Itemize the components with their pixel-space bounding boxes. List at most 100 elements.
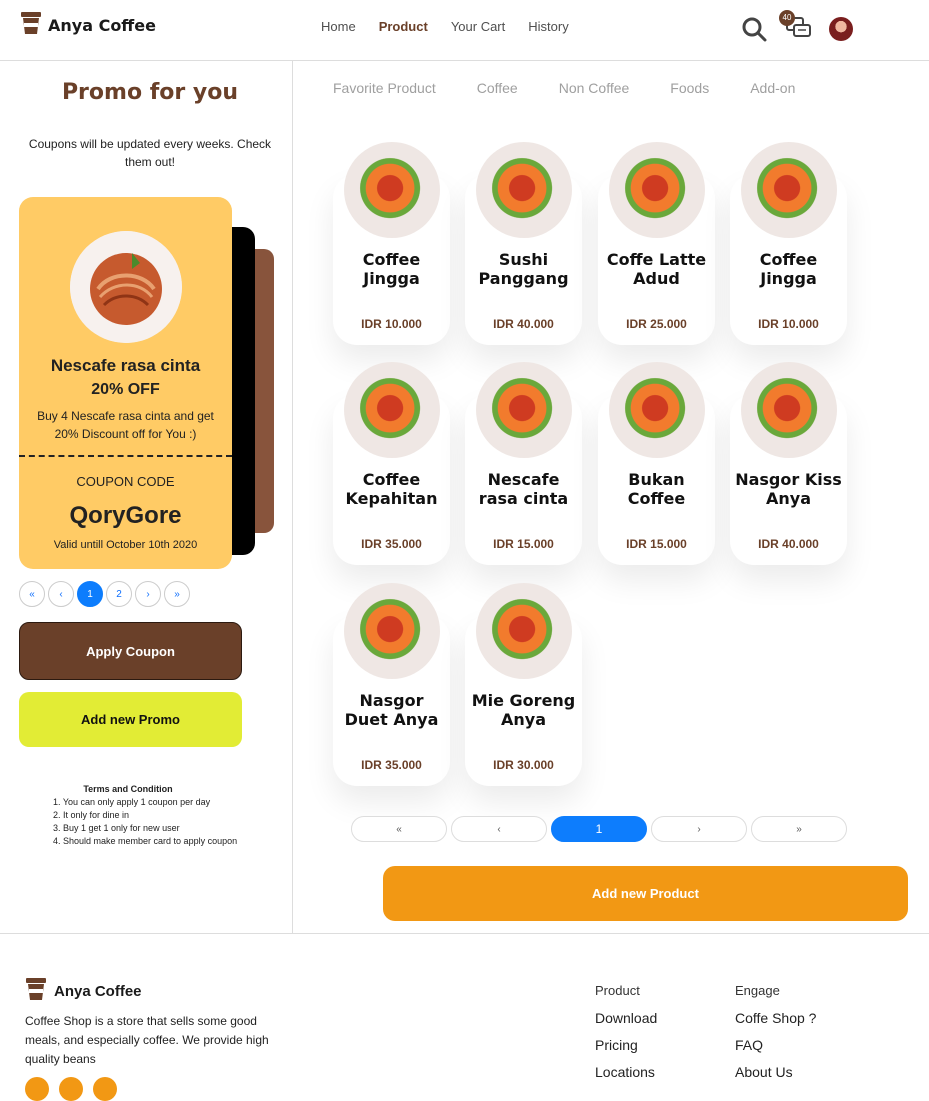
tab-add-on[interactable]: Add-on <box>750 80 795 96</box>
product-name: Mie Goreng Anya <box>471 691 576 729</box>
product-price: IDR 40.000 <box>758 537 819 551</box>
promo-subtitle: Coupons will be updated every weeks. Che… <box>28 137 272 169</box>
product-card[interactable]: Mie Goreng Anya IDR 30.000 <box>465 583 582 786</box>
product-image <box>344 142 440 238</box>
product-card[interactable]: Nasgor Duet Anya IDR 35.000 <box>333 583 450 786</box>
product-image <box>609 362 705 458</box>
coupon-page-first[interactable]: « <box>19 581 45 607</box>
facebook-icon[interactable] <box>25 1077 49 1101</box>
product-image <box>741 142 837 238</box>
product-card[interactable]: Coffee Jingga IDR 10.000 <box>730 142 847 345</box>
nav-product[interactable]: Product <box>379 19 428 34</box>
twitter-icon[interactable] <box>59 1077 83 1101</box>
product-page-last[interactable]: » <box>751 816 847 842</box>
terms-item: 4. Should make member card to apply coup… <box>53 836 238 846</box>
nav-your-cart[interactable]: Your Cart <box>451 19 505 34</box>
product-name: Nescafe rasa cinta <box>478 470 569 508</box>
add-promo-button[interactable]: Add new Promo <box>19 692 242 747</box>
nav-history[interactable]: History <box>528 19 568 34</box>
product-card[interactable]: Nescafe rasa cinta IDR 15.000 <box>465 362 582 565</box>
category-tabs: Favorite Product Coffee Non Coffee Foods… <box>333 80 836 96</box>
product-name: Nasgor Duet Anya <box>344 691 439 729</box>
product-card[interactable]: Coffee Jingga IDR 10.000 <box>333 142 450 345</box>
product-price: IDR 25.000 <box>626 317 687 331</box>
tab-foods[interactable]: Foods <box>670 80 709 96</box>
product-price: IDR 35.000 <box>361 537 422 551</box>
avatar[interactable] <box>829 17 853 41</box>
coupon-page-1[interactable]: 1 <box>77 581 103 607</box>
coupon-divider <box>19 455 232 457</box>
coupon-page-prev[interactable]: ‹ <box>48 581 74 607</box>
coupon-code: QoryGore <box>69 502 182 529</box>
coupon-page-last[interactable]: » <box>164 581 190 607</box>
brand[interactable]: Anya Coffee <box>20 11 156 40</box>
coffee-cup-icon <box>20 11 42 40</box>
product-card[interactable]: Nasgor Kiss Anya IDR 40.000 <box>730 362 847 565</box>
nav-links: Home Product Your Cart History <box>321 19 592 34</box>
product-image <box>741 362 837 458</box>
product-card[interactable]: Coffee Kepahitan IDR 35.000 <box>333 362 450 565</box>
product-page-prev[interactable]: ‹ <box>451 816 547 842</box>
brand-name: Anya Coffee <box>48 16 156 35</box>
product-card[interactable]: Coffe Latte Adud IDR 25.000 <box>598 142 715 345</box>
footer-link-download[interactable]: Download <box>595 1005 657 1032</box>
product-price: IDR 30.000 <box>493 758 554 772</box>
footer-link-coffee-shop[interactable]: Coffe Shop ? <box>735 1005 816 1032</box>
footer-link-about-us[interactable]: About Us <box>735 1059 816 1086</box>
nav-home[interactable]: Home <box>321 19 356 34</box>
product-page-first[interactable]: « <box>351 816 447 842</box>
search-icon[interactable] <box>741 16 767 47</box>
product-price: IDR 10.000 <box>361 317 422 331</box>
product-name: Sushi Panggang <box>478 250 569 288</box>
footer-col-head: Engage <box>735 983 780 998</box>
chat-badge: 40 <box>779 10 795 26</box>
apply-coupon-button[interactable]: Apply Coupon <box>19 622 242 680</box>
coupon-valid-until: Valid untill October 10th 2020 <box>53 539 198 551</box>
coupon-page-next[interactable]: › <box>135 581 161 607</box>
product-name: Coffe Latte Adud <box>606 250 707 288</box>
product-name: Nasgor Kiss Anya <box>735 470 842 508</box>
product-price: IDR 15.000 <box>626 537 687 551</box>
product-card[interactable]: Bukan Coffee IDR 15.000 <box>598 362 715 565</box>
product-page-next[interactable]: › <box>651 816 747 842</box>
footer-col-engage: Engage Coffe Shop ? FAQ About Us <box>735 977 816 1086</box>
coffee-cup-icon <box>25 977 47 1006</box>
tab-favorite-product[interactable]: Favorite Product <box>333 80 436 96</box>
coupon-card[interactable]: Nescafe rasa cinta 20% OFF Buy 4 Nescafe… <box>19 197 232 569</box>
product-name: Coffee Jingga <box>759 250 818 288</box>
footer-col-product: Product Download Pricing Locations <box>595 977 657 1086</box>
footer-link-pricing[interactable]: Pricing <box>595 1032 657 1059</box>
footer-link-faq[interactable]: FAQ <box>735 1032 816 1059</box>
navbar: Anya Coffee Home Product Your Cart Histo… <box>0 0 929 61</box>
tab-non-coffee[interactable]: Non Coffee <box>559 80 630 96</box>
tab-coffee[interactable]: Coffee <box>477 80 518 96</box>
footer-brand-name: Anya Coffee <box>54 983 142 1000</box>
coupon-image <box>70 231 182 343</box>
terms-item: 1. You can only apply 1 coupon per day <box>53 797 211 807</box>
product-image <box>609 142 705 238</box>
product-name: Coffee Kepahitan <box>345 470 438 508</box>
coupon-name: Nescafe rasa cinta <box>50 356 201 375</box>
coupon-description: Buy 4 Nescafe rasa cinta and get 20% Dis… <box>37 409 214 441</box>
product-page-1[interactable]: 1 <box>551 816 647 842</box>
terms-item: 2. It only for dine in <box>53 810 130 820</box>
coupon-code-label: COUPON CODE <box>76 474 175 489</box>
product-image <box>476 362 572 458</box>
add-product-button[interactable]: Add new Product <box>383 866 908 921</box>
product-card[interactable]: Sushi Panggang IDR 40.000 <box>465 142 582 345</box>
instagram-icon[interactable] <box>93 1077 117 1101</box>
footer-link-locations[interactable]: Locations <box>595 1059 657 1086</box>
product-grid: Coffee Jingga IDR 10.000 Sushi Panggang … <box>333 142 853 792</box>
footer-brand[interactable]: Anya Coffee <box>25 977 142 1006</box>
product-name: Coffee Jingga <box>362 250 421 288</box>
coupon-discount: 20% OFF <box>91 381 160 398</box>
footer-col-head: Product <box>595 983 640 998</box>
promo-panel: Promo for you Coupons will be updated ev… <box>0 61 293 933</box>
footer-description: Coffee Shop is a store that sells some g… <box>25 1014 269 1066</box>
coupon-page-2[interactable]: 2 <box>106 581 132 607</box>
product-image <box>344 583 440 679</box>
footer: Anya Coffee Coffee Shop is a store that … <box>0 933 929 1101</box>
product-price: IDR 15.000 <box>493 537 554 551</box>
coupon-pagination: « ‹ 1 2 › » <box>19 581 190 607</box>
product-pagination: « ‹ 1 › » <box>351 816 847 842</box>
